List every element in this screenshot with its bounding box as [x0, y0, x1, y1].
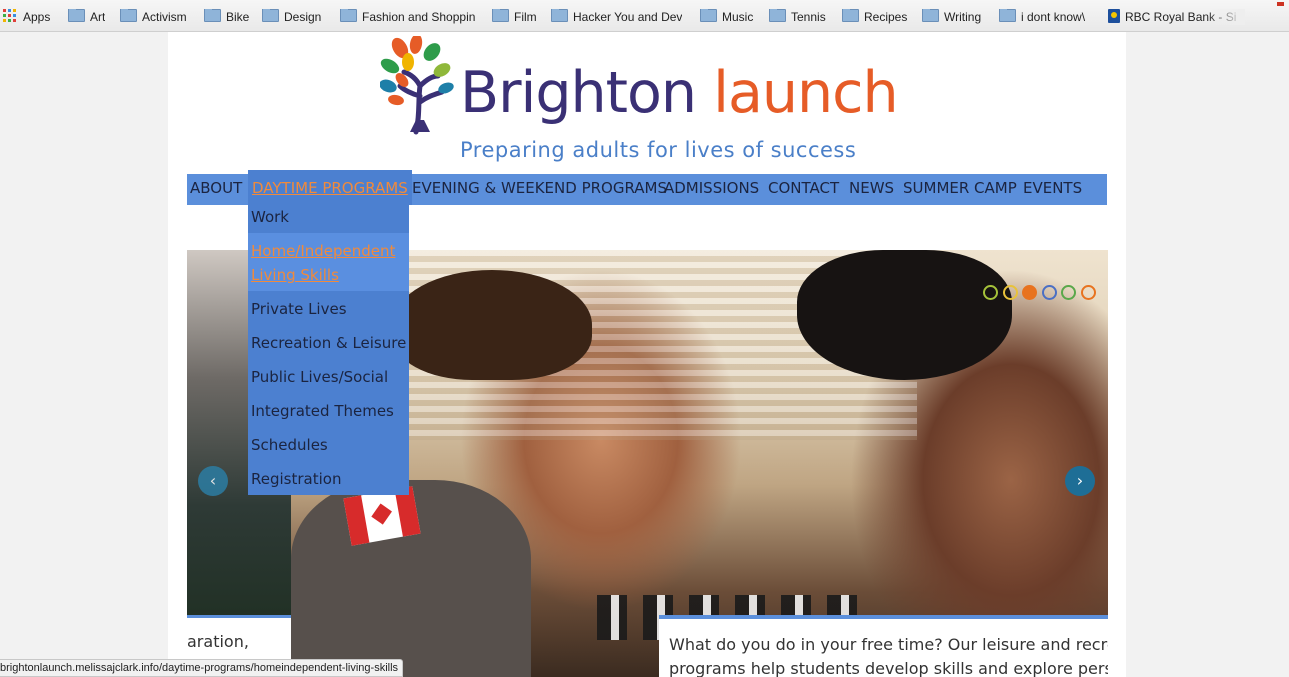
- status-bar-url: brightonlaunch.melissajclark.info/daytim…: [0, 659, 404, 677]
- slider-dot[interactable]: [983, 285, 998, 300]
- dropdown-item-schedules[interactable]: Schedules: [251, 433, 328, 457]
- folder-icon: [551, 9, 568, 22]
- nav-about[interactable]: ABOUT: [190, 174, 242, 205]
- bookmark-folder-i-dont-know[interactable]: i dont know\: [999, 9, 1085, 25]
- bookmark-label: Design: [284, 10, 322, 24]
- slider-dot[interactable]: [1041, 285, 1057, 300]
- bookmark-folder-hacker-you[interactable]: Hacker You and Dev: [551, 9, 682, 25]
- nav-summer-camp[interactable]: SUMMER CAMP: [903, 174, 1017, 205]
- caption-text: aration,: [187, 632, 249, 651]
- site-brand[interactable]: Brighton launch: [460, 58, 899, 128]
- dropdown-item-label: Living Skills: [251, 266, 339, 284]
- folder-icon: [68, 9, 85, 22]
- overflow-fade: [1205, 9, 1245, 25]
- slider-dot[interactable]: [1080, 285, 1096, 300]
- folder-icon: [700, 9, 717, 22]
- bookmark-label: Apps: [23, 10, 51, 24]
- bookmark-folder-film[interactable]: Film: [492, 9, 537, 25]
- slide-figure-left: [392, 270, 592, 380]
- bookmark-folder-music[interactable]: Music: [700, 9, 753, 25]
- folder-icon: [492, 9, 509, 22]
- slider-dot[interactable]: [1002, 285, 1018, 300]
- bookmark-label: Writing: [944, 10, 982, 24]
- nav-events[interactable]: EVENTS: [1023, 174, 1082, 205]
- caption-line-2: programs help students develop skills an…: [669, 659, 1108, 677]
- bookmark-label: i dont know\: [1021, 10, 1086, 24]
- slide-caption: What do you do in your free time? Our le…: [659, 615, 1108, 677]
- rbc-icon: [1108, 9, 1120, 23]
- nav-admissions[interactable]: ADMISSIONS: [664, 174, 759, 205]
- dropdown-item-public-lives-social[interactable]: Public Lives/Social: [251, 365, 388, 389]
- bookmark-folder-activism[interactable]: Activism: [120, 9, 187, 25]
- folder-icon: [769, 9, 786, 22]
- bookmark-label: Tennis: [791, 10, 826, 24]
- bookmark-label: Music: [722, 10, 754, 24]
- bookmark-label: Hacker You and Dev: [573, 10, 683, 24]
- folder-icon: [120, 9, 137, 22]
- tree-logo-icon[interactable]: [380, 36, 460, 136]
- dropdown-item-work[interactable]: Work: [251, 205, 289, 229]
- slider-dot[interactable]: [1061, 285, 1076, 300]
- nav-daytime-programs[interactable]: DAYTIME PROGRAMS: [248, 170, 412, 205]
- bookmark-label: Art: [90, 10, 106, 24]
- nav-news[interactable]: NEWS: [849, 174, 894, 205]
- dropdown-item-label: Home/Independent: [251, 242, 396, 260]
- nav-contact[interactable]: CONTACT: [768, 174, 839, 205]
- bookmark-label: Activism: [142, 10, 187, 24]
- folder-icon: [999, 9, 1016, 22]
- bookmark-apps[interactable]: Apps: [3, 9, 50, 25]
- dropdown-item-registration[interactable]: Registration: [251, 467, 341, 491]
- folder-icon: [340, 9, 357, 22]
- bookmarks-bar: Apps Art Activism Bike Design Fashion an…: [0, 0, 1289, 32]
- bookmark-folder-recipes[interactable]: Recipes: [842, 9, 907, 25]
- chevron-left-icon: ‹: [209, 471, 217, 490]
- slider-dot[interactable]: [1022, 285, 1037, 300]
- bookmark-label: Bike: [226, 10, 250, 24]
- brand-part2: launch: [713, 60, 898, 126]
- apps-grid-icon: [3, 9, 17, 23]
- site-tagline: Preparing adults for lives of success: [460, 138, 857, 162]
- bookmark-folder-design[interactable]: Design: [262, 9, 321, 25]
- bookmark-label: Fashion and Shoppin: [362, 10, 476, 24]
- dropdown-item-private-lives[interactable]: Private Lives: [251, 297, 347, 321]
- extension-badge-icon: [1277, 2, 1284, 6]
- folder-icon: [204, 9, 221, 22]
- slider-next-button[interactable]: ›: [1065, 466, 1095, 496]
- brand-part1: Brighton: [460, 60, 697, 126]
- bookmark-label: Film: [514, 10, 537, 24]
- dropdown-item-integrated-themes[interactable]: Integrated Themes: [251, 399, 394, 423]
- bookmark-folder-bike[interactable]: Bike: [204, 9, 249, 25]
- slider-pagination: [983, 285, 1100, 300]
- bookmark-label: Recipes: [864, 10, 908, 24]
- caption-text: What do you do in your free time? Our le…: [669, 633, 1108, 677]
- daytime-programs-dropdown: Work Home/Independent Living Skills Priva…: [248, 205, 409, 495]
- slider-prev-button[interactable]: ‹: [198, 466, 228, 496]
- folder-icon: [922, 9, 939, 22]
- bookmark-folder-tennis[interactable]: Tennis: [769, 9, 826, 25]
- dropdown-item-recreation-leisure[interactable]: Recreation & Leisure: [251, 331, 406, 355]
- slide-figure-right: [797, 250, 1012, 380]
- bookmark-folder-fashion[interactable]: Fashion and Shoppin: [340, 9, 478, 25]
- nav-evening-weekend-programs[interactable]: EVENING & WEEKEND PROGRAMS: [412, 174, 667, 205]
- folder-icon: [842, 9, 859, 22]
- chevron-right-icon: ›: [1076, 471, 1084, 490]
- bookmark-folder-writing[interactable]: Writing: [922, 9, 981, 25]
- bookmark-folder-art[interactable]: Art: [68, 9, 105, 25]
- dropdown-item-home-independent-living-skills[interactable]: Home/Independent Living Skills: [251, 239, 395, 287]
- main-nav: ABOUT DAYTIME PROGRAMS EVENING & WEEKEND…: [187, 170, 1107, 205]
- folder-icon: [262, 9, 279, 22]
- caption-line-1: What do you do in your free time? Our le…: [669, 635, 1108, 654]
